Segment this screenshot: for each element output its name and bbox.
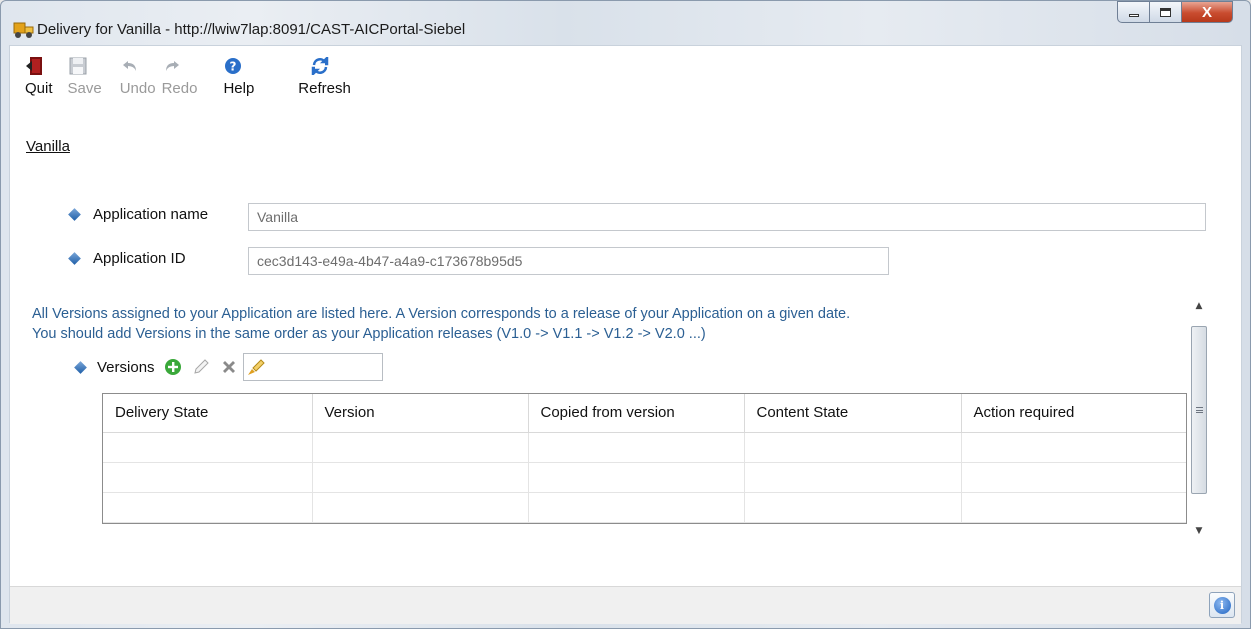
app-name-label: Application name [68, 206, 209, 223]
table-row[interactable] [103, 492, 1186, 523]
table-cell [103, 432, 313, 463]
breadcrumb-vanilla[interactable]: Vanilla [26, 138, 70, 155]
table-cell [103, 492, 313, 523]
table-header-row: Delivery State Version Copied from versi… [103, 394, 1186, 433]
diamond-bullet-icon [74, 360, 87, 374]
undo-button[interactable]: Undo [120, 46, 156, 116]
versions-label: Versions [97, 358, 155, 376]
window-controls: X [1117, 1, 1233, 27]
refresh-icon [310, 56, 330, 76]
refresh-button[interactable]: Refresh [298, 46, 351, 116]
toolbar: Quit Save Undo Redo ? Help Refresh [10, 46, 351, 116]
column-delivery-state[interactable]: Delivery State [103, 394, 313, 433]
svg-text:?: ? [230, 60, 237, 74]
help-label: Help [223, 80, 255, 97]
app-id-label-text: Application ID [93, 250, 186, 267]
table-row[interactable] [103, 462, 1186, 493]
table-cell [961, 432, 1186, 463]
main-panel: Quit Save Undo Redo ? Help Refresh Vanil… [9, 45, 1242, 624]
filter-input[interactable] [242, 353, 383, 381]
save-disk-icon [68, 56, 88, 76]
close-icon: X [1201, 3, 1212, 21]
quit-label: Quit [25, 80, 53, 97]
help-circle-icon: ? [223, 56, 243, 76]
edit-pencil-icon[interactable] [191, 357, 211, 377]
table-cell [528, 492, 745, 523]
status-bar: i [10, 586, 1241, 624]
table-cell [528, 462, 745, 493]
app-name-label-text: Application name [93, 206, 209, 223]
help-button[interactable]: ? Help [223, 46, 254, 116]
add-version-icon[interactable] [163, 357, 183, 377]
column-content-state[interactable]: Content State [744, 394, 962, 433]
table-cell [744, 432, 962, 463]
delete-x-icon[interactable] [219, 357, 239, 377]
scroll-down-icon[interactable]: ▼ [1188, 521, 1210, 541]
versions-table: Delivery State Version Copied from versi… [102, 393, 1187, 524]
table-cell [103, 462, 313, 493]
info-button[interactable]: i [1209, 592, 1235, 618]
window-title: Delivery for Vanilla - http://lwiw7lap:8… [37, 21, 466, 38]
app-id-field[interactable]: cec3d143-e49a-4b47-a4a9-c173678b95d5 [248, 247, 889, 275]
filter-brush-icon [247, 359, 265, 375]
help-text-line-2: You should add Versions in the same orde… [32, 326, 706, 342]
save-label: Save [67, 80, 102, 97]
quit-button[interactable]: Quit [25, 46, 53, 116]
redo-label: Redo [161, 80, 198, 97]
app-name-field[interactable]: Vanilla [248, 203, 1206, 231]
title-bar[interactable]: Delivery for Vanilla - http://lwiw7lap:8… [1, 1, 1250, 45]
minimize-icon [1128, 13, 1139, 17]
table-cell [312, 462, 529, 493]
table-cell [312, 432, 529, 463]
versions-help-text: All Versions assigned to your Applicatio… [32, 304, 850, 344]
redo-button[interactable]: Redo [161, 46, 198, 116]
scroll-thumb[interactable] [1191, 326, 1207, 494]
vertical-scrollbar[interactable]: ▲ ▼ [1188, 296, 1210, 546]
table-cell [744, 462, 962, 493]
scroll-up-icon[interactable]: ▲ [1188, 296, 1210, 316]
app-id-label: Application ID [68, 250, 186, 267]
table-cell [528, 432, 745, 463]
info-icon: i [1213, 596, 1231, 614]
minimize-button[interactable] [1117, 1, 1150, 23]
quit-door-icon [25, 56, 45, 76]
diamond-bullet-icon [68, 252, 81, 265]
refresh-label: Refresh [298, 80, 351, 97]
column-action-required[interactable]: Action required [961, 394, 1186, 433]
undo-arrow-icon [120, 56, 140, 76]
save-button[interactable]: Save [68, 46, 102, 116]
redo-arrow-icon [162, 56, 182, 76]
column-copied-from-version[interactable]: Copied from version [528, 394, 745, 433]
table-cell [312, 492, 529, 523]
maximize-button[interactable] [1149, 1, 1182, 23]
help-text-line-1: All Versions assigned to your Applicatio… [32, 306, 851, 322]
app-window: Delivery for Vanilla - http://lwiw7lap:8… [0, 0, 1251, 629]
diamond-bullet-icon [68, 208, 81, 221]
delivery-truck-icon [13, 22, 34, 38]
table-cell [961, 462, 1186, 493]
table-cell [744, 492, 962, 523]
maximize-icon [1160, 7, 1171, 17]
undo-label: Undo [119, 80, 156, 97]
versions-toolbar: Versions [74, 353, 383, 381]
table-cell [961, 492, 1186, 523]
grip-icon [1195, 407, 1203, 413]
column-version[interactable]: Version [312, 394, 529, 433]
close-button[interactable]: X [1181, 1, 1233, 23]
table-row[interactable] [103, 432, 1186, 463]
